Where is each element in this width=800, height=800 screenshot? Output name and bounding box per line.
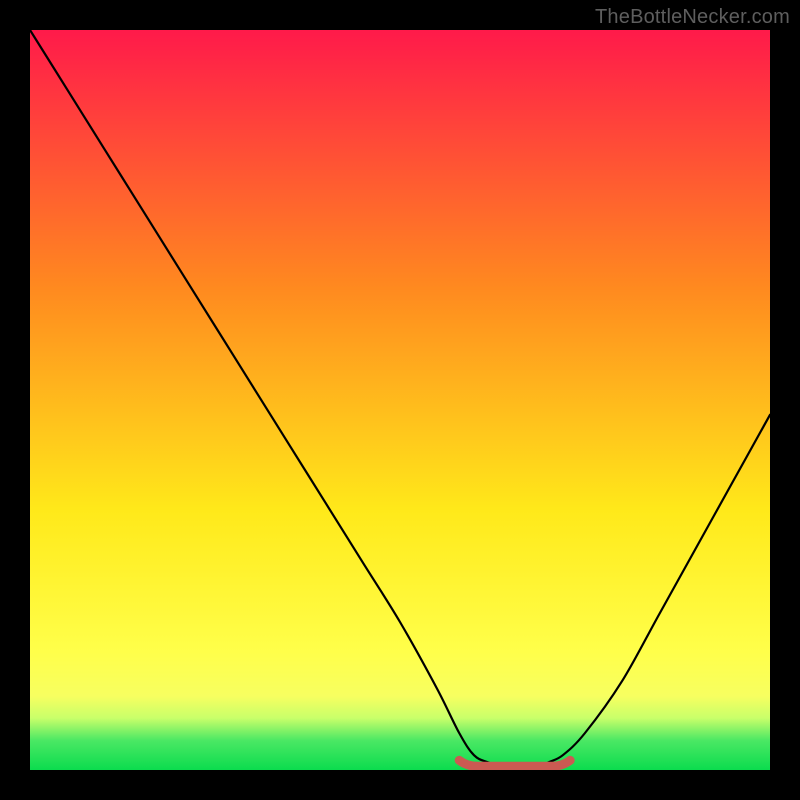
plot-area — [30, 30, 770, 770]
watermark-text: TheBottleNecker.com — [595, 6, 790, 29]
chart-frame: TheBottleNecker.com — [0, 0, 800, 800]
gradient-background — [30, 30, 770, 770]
chart-svg — [30, 30, 770, 770]
